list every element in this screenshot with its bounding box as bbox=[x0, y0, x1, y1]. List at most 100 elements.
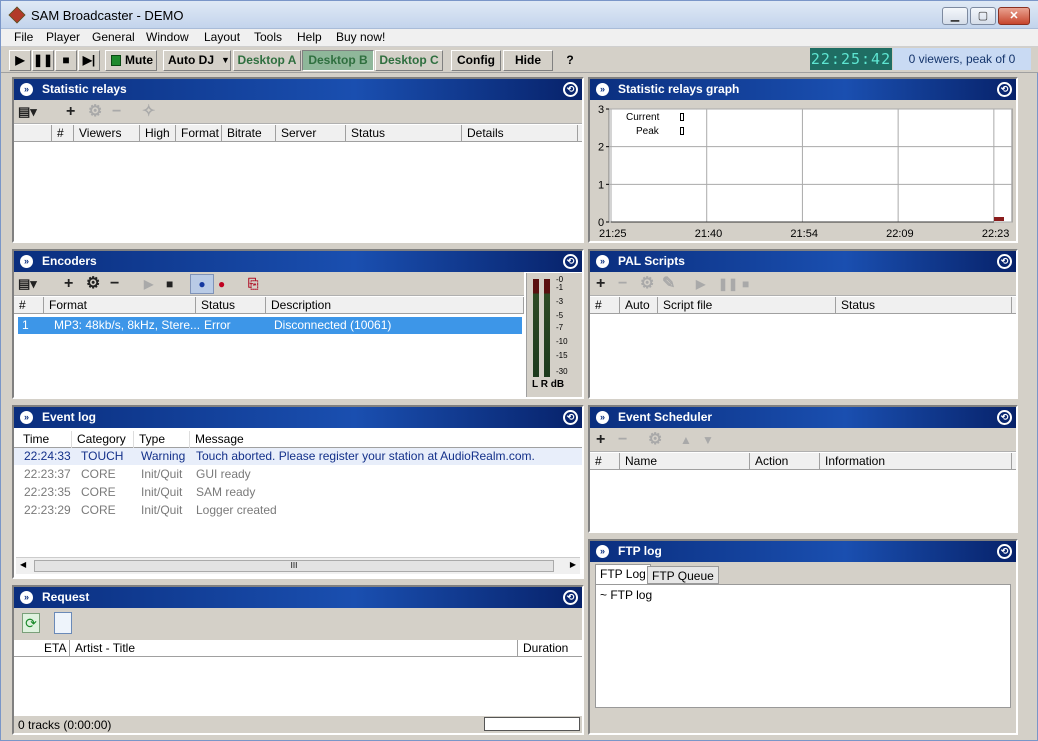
undock-icon[interactable]: ⟲ bbox=[563, 254, 578, 269]
relay-list-icon[interactable]: ▤▾ bbox=[18, 103, 37, 121]
col-information[interactable]: Information bbox=[820, 453, 1012, 470]
desktop-c-button[interactable]: Desktop C bbox=[375, 50, 443, 71]
scroll-left-icon[interactable]: ◀ bbox=[20, 560, 26, 569]
col-auto[interactable]: Auto bbox=[620, 297, 658, 314]
expand-icon[interactable]: » bbox=[20, 411, 33, 424]
ftp-log-text: ~ FTP log bbox=[600, 588, 653, 602]
col-artist-title[interactable]: Artist - Title bbox=[70, 640, 518, 657]
help-button[interactable]: ? bbox=[559, 50, 581, 71]
statistic-relays-header: » Statistic relays ⟲ bbox=[14, 79, 582, 100]
col-action[interactable]: Action bbox=[750, 453, 820, 470]
menu-layout[interactable]: Layout bbox=[204, 30, 240, 44]
col-format[interactable]: Format bbox=[44, 297, 196, 314]
add-icon[interactable]: + bbox=[66, 103, 75, 121]
play-icon[interactable]: ▶ bbox=[9, 50, 31, 71]
scroll-right-icon[interactable]: ▶ bbox=[570, 560, 576, 569]
mute-button[interactable]: Mute bbox=[105, 50, 157, 71]
col-type[interactable]: Type bbox=[134, 431, 190, 448]
col-num[interactable]: # bbox=[52, 125, 74, 142]
col-num[interactable]: # bbox=[14, 297, 44, 314]
encoder-export-icon[interactable]: ⎘ bbox=[248, 275, 258, 293]
event-type: Init/Quit bbox=[141, 467, 183, 481]
record-blue-icon[interactable]: ● bbox=[190, 274, 214, 294]
col-duration[interactable]: Duration bbox=[518, 640, 580, 657]
desktop-a-button[interactable]: Desktop A bbox=[233, 50, 301, 71]
list-item[interactable]: 22:24:33 TOUCH Warning Touch aborted. Pl… bbox=[14, 448, 582, 465]
config-button[interactable]: Config bbox=[451, 50, 501, 71]
menu-player[interactable]: Player bbox=[46, 30, 80, 44]
menu-help[interactable]: Help bbox=[297, 30, 322, 44]
col-description[interactable]: Description bbox=[266, 297, 524, 314]
list-item[interactable]: 22:23:37 CORE Init/Quit GUI ready bbox=[14, 466, 582, 483]
expand-icon[interactable]: » bbox=[596, 411, 609, 424]
col-message[interactable]: Message bbox=[190, 431, 580, 448]
tab-ftp-log[interactable]: FTP Log bbox=[595, 564, 651, 584]
menu-buy-now[interactable]: Buy now! bbox=[336, 30, 385, 44]
configure-icon[interactable]: ⚙ bbox=[86, 275, 100, 293]
col-format[interactable]: Format bbox=[176, 125, 222, 142]
menu-file[interactable]: File bbox=[14, 30, 33, 44]
horizontal-scrollbar[interactable]: ◀ III ▶ bbox=[16, 557, 580, 574]
undock-icon[interactable]: ⟲ bbox=[563, 590, 578, 605]
add-icon[interactable]: + bbox=[64, 275, 73, 293]
undock-icon[interactable]: ⟲ bbox=[997, 82, 1012, 97]
col-bitrate[interactable]: Bitrate bbox=[222, 125, 276, 142]
maximize-button[interactable]: ▢ bbox=[970, 7, 996, 25]
expand-icon[interactable]: » bbox=[20, 83, 33, 96]
col-high[interactable]: High bbox=[140, 125, 176, 142]
expand-icon[interactable]: » bbox=[596, 83, 609, 96]
vu-scale-label: -30 bbox=[556, 367, 568, 376]
table-row[interactable]: 1 MP3: 48kb/s, 8kHz, Stere... Error Disc… bbox=[18, 317, 522, 334]
menu-general[interactable]: General bbox=[92, 30, 135, 44]
col-viewers[interactable]: Viewers bbox=[74, 125, 140, 142]
auto-dj-dropdown[interactable]: Auto DJ ▼ bbox=[163, 50, 231, 71]
close-button[interactable]: ✕ bbox=[998, 7, 1030, 25]
hide-button[interactable]: Hide bbox=[503, 50, 553, 71]
add-icon[interactable]: + bbox=[596, 275, 605, 293]
list-item[interactable]: 22:23:35 CORE Init/Quit SAM ready bbox=[14, 484, 582, 501]
menu-window[interactable]: Window bbox=[146, 30, 189, 44]
stop-icon[interactable]: ■ bbox=[166, 275, 173, 293]
undock-icon[interactable]: ⟲ bbox=[997, 410, 1012, 425]
col-eta[interactable]: ETA bbox=[18, 640, 70, 657]
undock-icon[interactable]: ⟲ bbox=[563, 82, 578, 97]
vu-labels: L R dB bbox=[532, 379, 565, 390]
minimize-button[interactable]: ▁ bbox=[942, 7, 968, 25]
col-num[interactable]: # bbox=[590, 297, 620, 314]
add-icon[interactable]: + bbox=[596, 431, 605, 449]
refresh-icon[interactable]: ⟳ bbox=[22, 613, 40, 633]
undock-icon[interactable]: ⟲ bbox=[997, 254, 1012, 269]
event-message: Logger created bbox=[196, 503, 277, 517]
col-status[interactable]: Status bbox=[196, 297, 266, 314]
undock-icon[interactable]: ⟲ bbox=[563, 410, 578, 425]
col-time[interactable]: Time bbox=[18, 431, 72, 448]
col-status[interactable]: Status bbox=[836, 297, 1012, 314]
pause-icon[interactable]: ❚❚ bbox=[32, 50, 54, 71]
col-script-file[interactable]: Script file bbox=[658, 297, 836, 314]
encoder-list-icon[interactable]: ▤▾ bbox=[18, 275, 37, 293]
list-item[interactable]: 22:23:29 CORE Init/Quit Logger created bbox=[14, 502, 582, 519]
scroll-thumb[interactable]: III bbox=[34, 560, 554, 572]
expand-icon[interactable]: » bbox=[20, 255, 33, 268]
expand-icon[interactable]: » bbox=[596, 255, 609, 268]
expand-icon[interactable]: » bbox=[20, 591, 33, 604]
col-num[interactable]: # bbox=[590, 453, 620, 470]
tab-ftp-queue[interactable]: FTP Queue bbox=[647, 566, 719, 584]
undock-icon[interactable]: ⟲ bbox=[997, 544, 1012, 559]
expand-icon[interactable]: » bbox=[596, 545, 609, 558]
remove-icon[interactable]: − bbox=[110, 275, 119, 293]
y-tick-label: 3 bbox=[598, 104, 604, 116]
document-icon[interactable] bbox=[54, 612, 72, 634]
col-details[interactable]: Details bbox=[462, 125, 578, 142]
menu-tools[interactable]: Tools bbox=[254, 30, 282, 44]
stop-icon[interactable]: ■ bbox=[55, 50, 77, 71]
col-category[interactable]: Category bbox=[72, 431, 134, 448]
col-name[interactable]: Name bbox=[620, 453, 750, 470]
next-track-icon[interactable]: ▶| bbox=[78, 50, 100, 71]
col-status[interactable]: Status bbox=[346, 125, 462, 142]
record-red-icon[interactable]: ● bbox=[218, 275, 225, 293]
col-server[interactable]: Server bbox=[276, 125, 346, 142]
desktop-b-button[interactable]: Desktop B bbox=[302, 50, 374, 71]
remove-icon: − bbox=[618, 275, 628, 292]
stop-icon: ■ bbox=[742, 277, 750, 291]
